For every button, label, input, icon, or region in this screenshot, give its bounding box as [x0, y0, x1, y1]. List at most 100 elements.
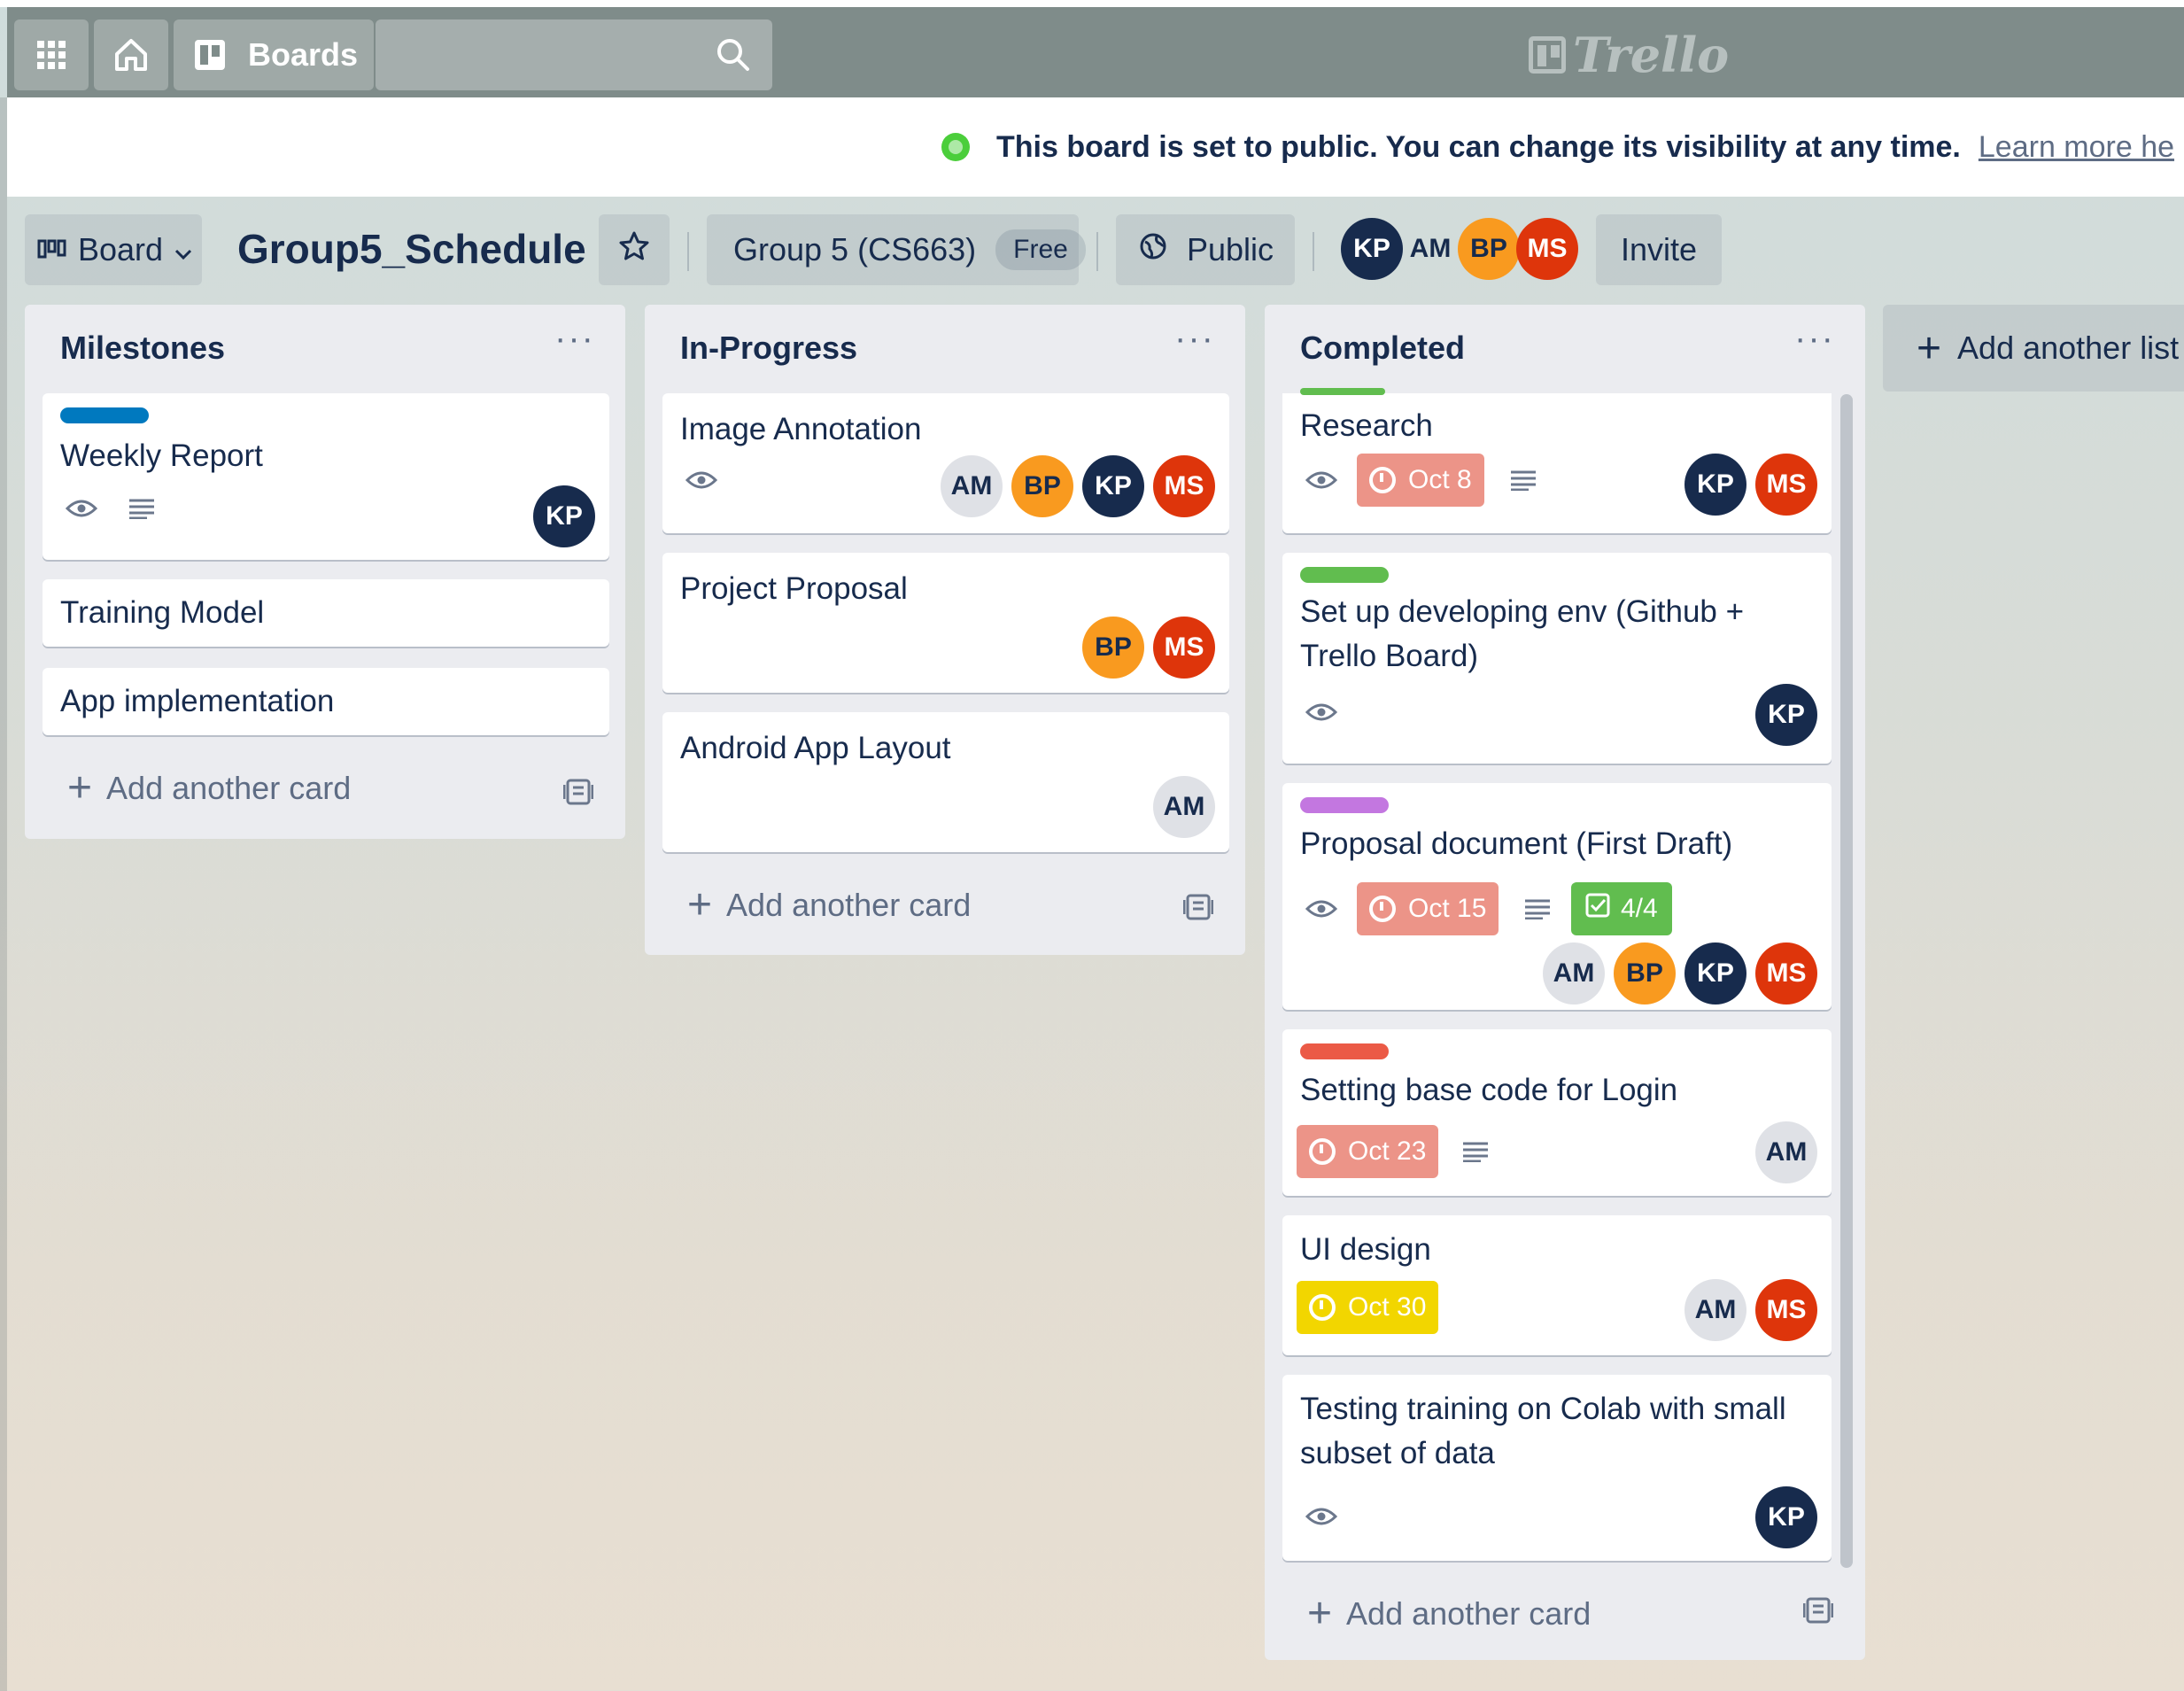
card[interactable]: Training Model — [43, 579, 609, 647]
member-avatar[interactable]: AM — [1684, 1279, 1746, 1341]
member-avatar[interactable]: AM — [1755, 1121, 1817, 1183]
boards-icon — [193, 38, 227, 72]
member-avatar[interactable]: MS — [1755, 942, 1817, 1005]
watch-eye-icon — [1305, 702, 1338, 727]
watch-eye-icon — [1305, 469, 1338, 495]
plus-icon: + — [67, 764, 93, 811]
boards-button[interactable]: Boards — [174, 19, 374, 90]
board-view-switcher[interactable]: Board — [25, 214, 202, 285]
learn-more-link[interactable]: Learn more he — [1979, 130, 2174, 165]
list-scrollbar[interactable] — [1840, 394, 1853, 1568]
member-avatar[interactable]: MS — [1153, 455, 1215, 517]
card[interactable]: Testing training on Colab with small sub… — [1282, 1375, 1832, 1561]
card-template-icon[interactable] — [1802, 1596, 1834, 1629]
due-date-badge[interactable]: Oct 15 — [1357, 882, 1499, 935]
board-header: Board Group5_Schedule Group 5 (CS663) Fr… — [0, 197, 2184, 303]
card[interactable]: Project Proposal BP MS — [662, 553, 1229, 693]
card-title: Proposal document (First Draft) — [1300, 826, 1733, 861]
list-milestones: Milestones ··· Weekly Report KP Training… — [25, 305, 625, 839]
member-avatar[interactable]: KP — [1755, 1486, 1817, 1548]
add-card-label: Add another card — [1346, 1595, 1592, 1632]
card-title-line: subset of data — [1300, 1436, 1495, 1470]
visibility-button[interactable]: Public — [1116, 214, 1295, 285]
member-avatar[interactable]: KP — [1684, 942, 1746, 1005]
globe-icon — [941, 133, 970, 161]
checklist-badge[interactable]: 4/4 — [1571, 882, 1672, 935]
member-avatar[interactable]: KP — [1684, 454, 1746, 516]
invite-button[interactable]: Invite — [1596, 214, 1722, 285]
add-list-button[interactable]: + Add another list — [1883, 305, 2184, 392]
home-button[interactable] — [94, 19, 168, 90]
member-avatar[interactable]: MS — [1516, 218, 1578, 280]
board-title[interactable]: Group5_Schedule — [237, 225, 586, 273]
card[interactable]: Research Oct 8 KP MS — [1282, 388, 1832, 533]
card[interactable]: Setting base code for Login Oct 23 AM — [1282, 1029, 1832, 1196]
member-avatar[interactable]: BP — [1614, 942, 1676, 1005]
separator — [1096, 232, 1098, 271]
card-title-line: Set up developing env (Github + — [1300, 594, 1745, 629]
member-avatar[interactable]: AM — [1543, 942, 1605, 1005]
card[interactable]: App implementation — [43, 668, 609, 735]
star-board-button[interactable] — [599, 214, 670, 285]
clock-icon — [1309, 1138, 1336, 1165]
apps-grid-icon — [35, 39, 67, 71]
member-avatar[interactable]: MS — [1755, 454, 1817, 516]
card[interactable]: Weekly Report KP — [43, 393, 609, 560]
card-title: Android App Layout — [680, 731, 951, 765]
card-template-icon[interactable] — [562, 778, 594, 811]
list-title[interactable]: In-Progress — [680, 330, 857, 367]
clock-icon — [1309, 1294, 1336, 1321]
member-avatar[interactable]: MS — [1153, 617, 1215, 679]
add-card-button[interactable]: + Add another card — [67, 767, 351, 810]
card-title: Training Model — [60, 595, 265, 630]
window-edge — [0, 97, 7, 1691]
member-avatar[interactable]: KP — [1341, 218, 1403, 280]
star-icon — [618, 230, 650, 270]
member-avatar[interactable]: BP — [1458, 218, 1520, 280]
list-menu-icon[interactable]: ··· — [1794, 319, 1835, 359]
card-template-icon[interactable] — [1182, 893, 1214, 926]
card[interactable]: UI design Oct 30 AM MS — [1282, 1215, 1832, 1355]
search-input[interactable] — [376, 19, 772, 90]
watch-eye-icon — [1305, 1506, 1338, 1532]
member-avatar[interactable]: BP — [1011, 455, 1073, 517]
member-avatar[interactable]: MS — [1755, 1279, 1817, 1341]
list-title[interactable]: Completed — [1300, 330, 1465, 367]
add-card-label: Add another card — [106, 770, 352, 806]
due-date-badge[interactable]: Oct 30 — [1297, 1281, 1439, 1334]
card[interactable]: Image Annotation AM BP KP MS — [662, 393, 1229, 533]
watch-eye-icon — [65, 498, 98, 524]
list-completed: Completed ··· Research Oct 8 KP MS Set u… — [1265, 305, 1865, 1660]
apps-button[interactable] — [14, 19, 89, 90]
member-avatar[interactable]: KP — [1082, 455, 1144, 517]
list-menu-icon[interactable]: ··· — [1174, 319, 1215, 359]
add-card-button[interactable]: + Add another card — [687, 884, 971, 927]
add-card-button[interactable]: + Add another card — [1307, 1593, 1591, 1635]
card[interactable]: Set up developing env (Github + Trello B… — [1282, 553, 1832, 764]
member-avatar[interactable]: KP — [533, 485, 595, 547]
description-icon — [128, 498, 156, 524]
member-avatar[interactable]: BP — [1082, 617, 1144, 679]
list-menu-icon[interactable]: ··· — [554, 319, 595, 359]
member-avatar[interactable]: AM — [941, 455, 1003, 517]
member-avatar[interactable]: AM — [1153, 776, 1215, 838]
member-avatar[interactable]: AM — [1399, 218, 1461, 280]
public-board-banner: This board is set to public. You can cha… — [7, 97, 2184, 197]
banner-message: This board is set to public. You can cha… — [996, 129, 1961, 164]
list-title[interactable]: Milestones — [60, 330, 225, 367]
trello-logo-text: Trello — [1573, 27, 1730, 83]
plus-icon: + — [687, 881, 713, 928]
card-label-green[interactable] — [1300, 567, 1389, 583]
member-avatar[interactable]: KP — [1755, 684, 1817, 746]
card[interactable]: Android App Layout AM — [662, 712, 1229, 852]
team-button[interactable]: Group 5 (CS663) Free — [707, 214, 1086, 285]
card-label-red[interactable] — [1300, 1043, 1389, 1059]
card-title: UI design — [1300, 1232, 1431, 1267]
card-label-blue[interactable] — [60, 407, 149, 423]
trello-logo[interactable]: Trello — [1529, 27, 1729, 83]
due-date-badge[interactable]: Oct 23 — [1297, 1125, 1439, 1178]
due-date-badge[interactable]: Oct 8 — [1357, 454, 1484, 507]
card-label-green[interactable] — [1300, 388, 1385, 395]
card[interactable]: Proposal document (First Draft) Oct 15 4… — [1282, 783, 1832, 1010]
card-label-purple[interactable] — [1300, 797, 1389, 813]
